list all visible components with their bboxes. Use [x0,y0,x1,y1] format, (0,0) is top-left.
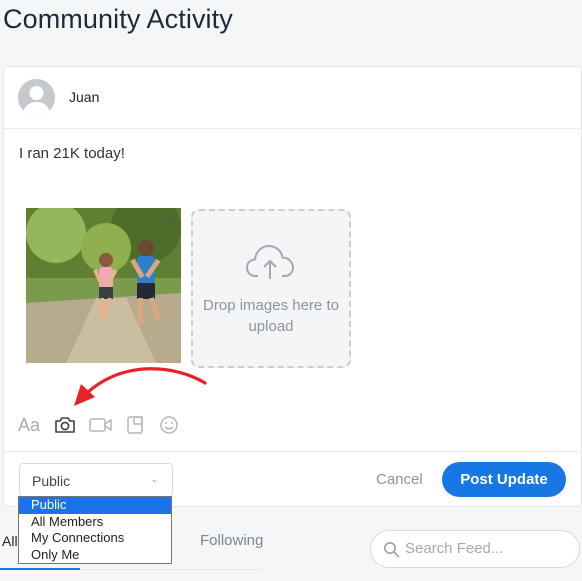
page-title: Community Activity [3,4,233,34]
avatar-placeholder-icon [18,79,55,116]
composer-toolbar: Aa [18,412,188,438]
photo-button[interactable] [54,412,76,438]
post-update-button[interactable]: Post Update [442,462,566,497]
poll-icon [127,416,143,434]
composer-header: Juan [4,67,581,129]
privacy-option-all-members[interactable]: All Members [19,514,171,531]
dropzone-label: Drop images here to upload [203,297,339,335]
camera-icon [55,417,75,433]
privacy-dropdown-list: Public All Members My Connections Only M… [18,496,172,564]
post-text-input[interactable]: I ran 21K today! [19,145,125,162]
remove-image-button[interactable]: × [164,215,171,227]
emoji-icon [160,416,178,434]
privacy-option-public[interactable]: Public [19,497,171,514]
search-feed[interactable] [370,530,580,568]
active-tab-indicator [0,568,80,570]
uploaded-image-thumbnail [26,208,181,363]
tabs-divider [80,569,262,570]
video-button[interactable] [89,412,113,438]
search-input[interactable] [405,540,570,557]
text-format-button[interactable]: Aa [18,412,40,438]
cancel-button[interactable]: Cancel [376,471,423,488]
tab-following[interactable]: Following [200,532,263,549]
image-dropzone[interactable]: Drop images here to upload [191,209,351,368]
runners-photo [26,208,181,363]
chevron-down-icon: ⌄ [150,474,158,484]
avatar [18,79,55,116]
post-composer: Juan I ran 21K today! × Drop images here… [3,66,582,507]
search-icon [384,542,400,558]
composer-divider [4,451,581,452]
cloud-upload-icon [245,244,295,279]
privacy-option-only-me[interactable]: Only Me [19,547,171,564]
privacy-select-value: Public [32,473,71,489]
privacy-option-my-connections[interactable]: My Connections [19,530,171,547]
privacy-select[interactable]: Public ⌄ [19,463,173,497]
poll-button[interactable] [126,412,144,438]
emoji-button[interactable] [159,412,179,438]
video-icon [89,418,112,432]
tab-all[interactable]: All [2,533,18,549]
user-name: Juan [69,89,100,105]
text-format-icon: Aa [18,414,41,435]
